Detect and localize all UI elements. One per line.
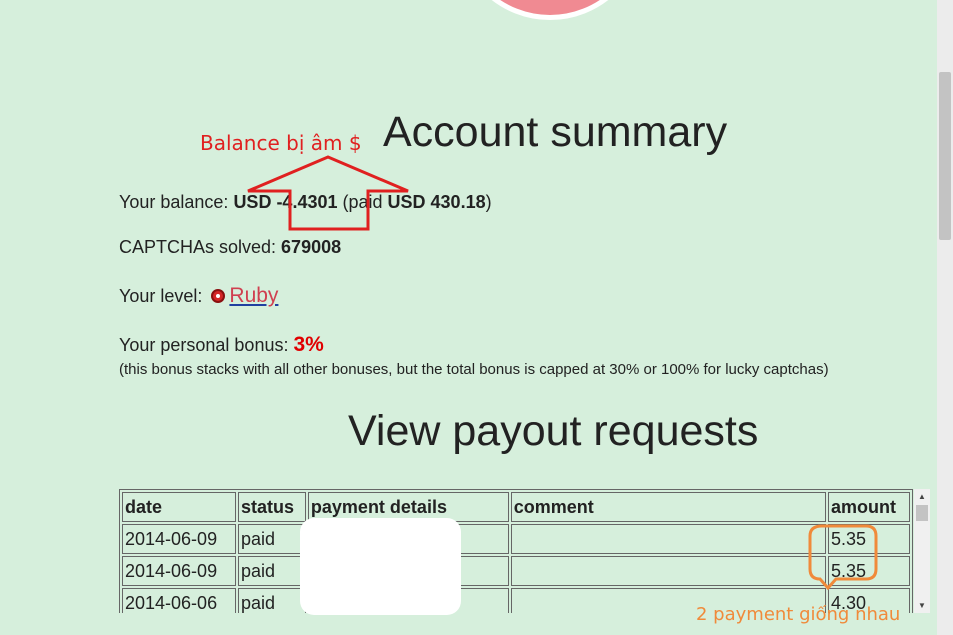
orange-callout-annotation: [808, 524, 878, 591]
payment-annotation-text: 2 payment giống nhau: [696, 604, 901, 625]
annotation-overlay: [247, 155, 878, 591]
red-arrow-annotation: [247, 155, 409, 231]
balance-annotation-text: Balance bị âm $: [200, 131, 362, 155]
